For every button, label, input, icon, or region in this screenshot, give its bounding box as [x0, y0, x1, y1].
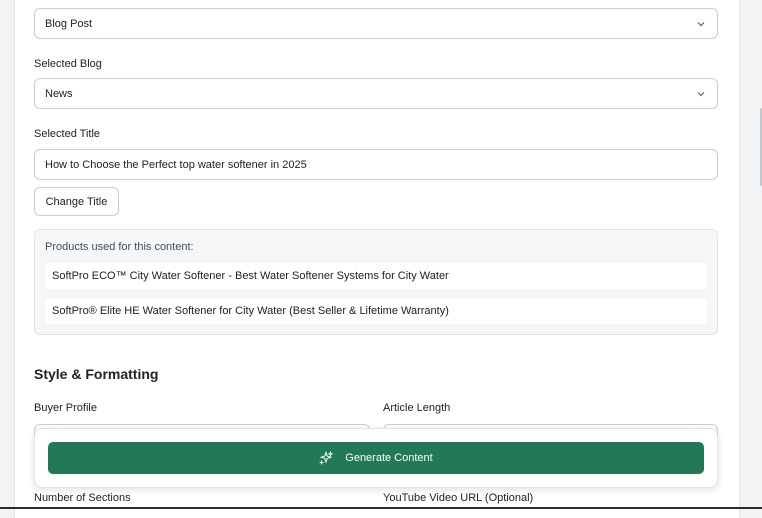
sparkles-icon — [319, 451, 334, 465]
selected-blog-select[interactable]: News — [34, 78, 718, 109]
buyer-profile-label: Buyer Profile — [34, 402, 97, 414]
product-item: SoftPro ECO™ City Water Softener - Best … — [45, 263, 707, 289]
scrollbar-track[interactable] — [756, 0, 762, 509]
generate-content-label: Generate Content — [345, 452, 433, 464]
selected-title-label: Selected Title — [34, 128, 101, 140]
content-type-value: Blog Post — [45, 17, 93, 30]
content-type-select[interactable]: Blog Post — [34, 8, 718, 39]
chevron-down-icon — [697, 22, 705, 27]
change-title-button[interactable]: Change Title — [34, 187, 119, 216]
generate-content-button[interactable]: Generate Content — [48, 442, 704, 474]
selected-title-value: How to Choose the Perfect top water soft… — [45, 158, 307, 171]
article-length-label: Article Length — [383, 402, 451, 414]
chevron-down-icon — [697, 92, 705, 97]
number-of-sections-label: Number of Sections — [34, 492, 131, 504]
products-box: Products used for this content: SoftPro … — [34, 229, 718, 335]
generate-bar: Generate Content — [34, 428, 718, 488]
youtube-url-label: YouTube Video URL (Optional) — [383, 492, 534, 504]
product-item: SoftPro® Elite HE Water Softener for Cit… — [45, 298, 707, 324]
selected-blog-label: Selected Blog — [34, 58, 102, 70]
selected-title-input[interactable]: How to Choose the Perfect top water soft… — [34, 149, 718, 180]
selected-blog-value: News — [45, 87, 73, 100]
section-title-style: Style & Formatting — [34, 366, 159, 382]
products-heading: Products used for this content: — [45, 241, 194, 253]
